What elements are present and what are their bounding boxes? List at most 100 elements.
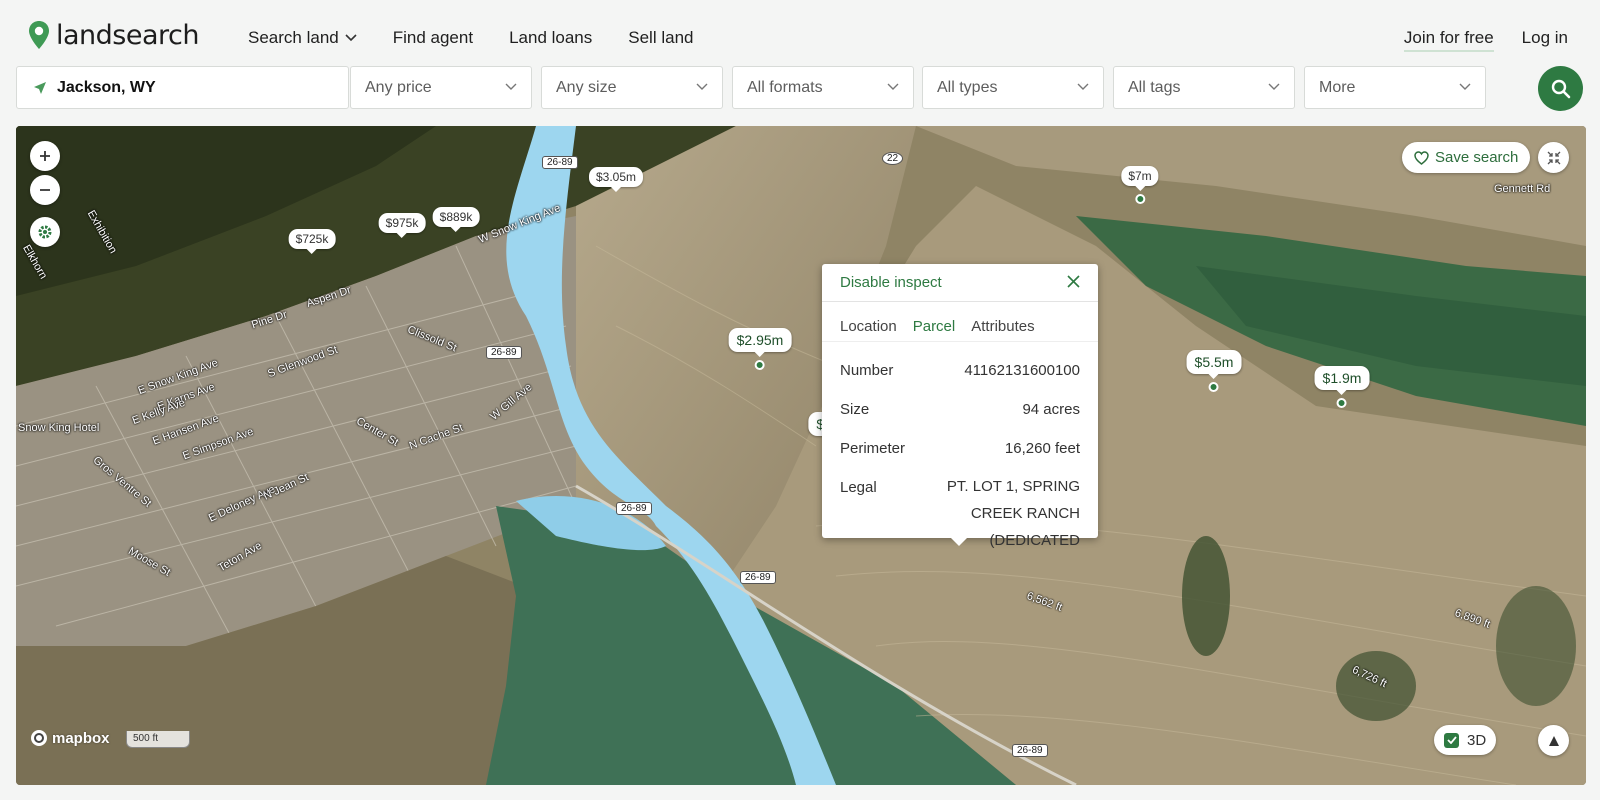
disable-inspect-link[interactable]: Disable inspect	[840, 274, 942, 291]
search-button[interactable]	[1538, 66, 1583, 111]
nav-find-agent[interactable]: Find agent	[393, 28, 473, 48]
detail-value: 94 acres	[1022, 401, 1080, 418]
detail-row-number: Number 41162131600100	[840, 354, 1080, 393]
brand-name: landsearch	[56, 19, 200, 51]
more-select[interactable]: More	[1304, 66, 1486, 109]
price-select-value: Any price	[365, 78, 432, 96]
detail-key: Size	[840, 401, 870, 418]
location-value: Jackson, WY	[57, 78, 156, 96]
poi-label: Snow King Hotel	[18, 422, 100, 434]
formats-select[interactable]: All formats	[732, 66, 914, 109]
heart-icon	[1414, 150, 1429, 165]
pin-price: $2.95m	[728, 328, 792, 352]
nav-search-land[interactable]: Search land	[248, 28, 357, 48]
checkbox-checked-icon	[1444, 732, 1459, 748]
login-link[interactable]: Log in	[1522, 28, 1568, 52]
top-bar: landsearch Search land Find agent Land l…	[0, 0, 1600, 64]
3d-toggle[interactable]: 3D	[1434, 725, 1497, 755]
detail-row-perimeter: Perimeter 16,260 feet	[840, 432, 1080, 471]
pin-price: $7m	[1121, 166, 1159, 186]
tab-location[interactable]: Location	[840, 318, 897, 335]
satellite-terrain	[16, 126, 1586, 785]
route-shield: 26-89	[542, 156, 578, 169]
detail-value: 41162131600100	[964, 362, 1080, 379]
listing-pin[interactable]: $3.05m	[588, 167, 644, 192]
gear-icon	[38, 225, 52, 239]
location-arrow-icon	[34, 81, 46, 94]
chevron-down-icon	[1268, 83, 1280, 90]
mapbox-attribution[interactable]: mapbox	[30, 729, 110, 747]
popup-header: Disable inspect	[822, 264, 1098, 302]
main-nav: Search land Find agent Land loans Sell l…	[248, 28, 693, 48]
zoom-in-button[interactable]	[30, 141, 60, 171]
types-select[interactable]: All types	[922, 66, 1104, 109]
save-search-button[interactable]: Save search	[1402, 142, 1531, 173]
tags-select[interactable]: All tags	[1113, 66, 1295, 109]
chevron-down-icon	[1459, 83, 1471, 90]
compass-icon	[1548, 735, 1559, 746]
map-pin-logo-icon	[29, 21, 49, 49]
mapbox-logo-icon	[31, 730, 47, 746]
nav-sell-land-label: Sell land	[628, 28, 694, 47]
3d-label: 3D	[1467, 731, 1487, 749]
listing-pin[interactable]: $2.95m	[728, 328, 792, 370]
size-select[interactable]: Any size	[541, 66, 723, 109]
location-input[interactable]: Jackson, WY	[16, 66, 349, 109]
logo[interactable]: landsearch	[28, 18, 200, 52]
route-shield: 26-89	[1012, 744, 1048, 757]
nav-land-loans-label: Land loans	[509, 28, 593, 47]
map-scale: 500 ft	[126, 731, 190, 748]
parcel-inspect-popup: Disable inspect Location Parcel Attribut…	[822, 264, 1098, 549]
chevron-down-icon	[1077, 83, 1089, 90]
listing-pin[interactable]: $725k	[288, 229, 336, 254]
listing-pin[interactable]: $1.9m	[1314, 366, 1370, 408]
route-shield: 26-89	[740, 571, 776, 584]
nav-land-loans[interactable]: Land loans	[509, 28, 592, 48]
chevron-down-icon	[696, 83, 708, 90]
price-select[interactable]: Any price	[350, 66, 532, 109]
close-icon[interactable]	[1067, 272, 1080, 293]
parcel-details: Number 41162131600100 Size 94 acres Peri…	[822, 342, 1098, 554]
zoom-out-button[interactable]	[30, 175, 60, 205]
pin-price: $5.5m	[1186, 350, 1242, 374]
detail-row-legal: Legal PT. LOT 1, SPRING CREEK RANCH (DED…	[840, 471, 1080, 554]
chevron-down-icon	[505, 83, 517, 90]
pin-price: $1.9m	[1314, 366, 1370, 390]
tags-select-value: All tags	[1128, 78, 1181, 96]
map-settings-button[interactable]	[30, 217, 60, 247]
account-links: Join for free Log in	[1403, 28, 1568, 52]
listing-pin[interactable]: $7m	[1121, 166, 1159, 204]
more-select-value: More	[1319, 78, 1356, 96]
join-button[interactable]: Join for free	[1403, 28, 1494, 52]
nav-find-agent-label: Find agent	[392, 28, 474, 47]
route-shield: 22	[882, 152, 904, 165]
collapse-icon	[1547, 151, 1560, 164]
detail-key: Legal	[840, 479, 877, 496]
detail-row-size: Size 94 acres	[840, 393, 1080, 432]
listing-pin[interactable]: $5.5m	[1186, 350, 1242, 392]
detail-value: PT. LOT 1, SPRING CREEK RANCH (DEDICATED	[946, 478, 1080, 549]
save-search-label: Save search	[1435, 149, 1519, 166]
map-view[interactable]: W Snow King Ave E Snow King Ave E Karns …	[16, 126, 1586, 785]
route-shield: 26-89	[486, 346, 522, 359]
pin-price: $975k	[378, 213, 426, 233]
formats-select-value: All formats	[747, 78, 823, 96]
listing-pin[interactable]: $975k	[378, 213, 426, 238]
detail-key: Perimeter	[840, 440, 906, 457]
mapbox-label: mapbox	[52, 729, 110, 747]
size-select-value: Any size	[556, 78, 617, 96]
tab-attributes[interactable]: Attributes	[971, 318, 1034, 335]
detail-key: Number	[840, 362, 894, 379]
street-label: Gennett Rd	[1494, 183, 1551, 195]
filter-bar: Jackson, WY Any price Any size All forma…	[16, 66, 1586, 111]
tab-parcel[interactable]: Parcel	[913, 318, 956, 335]
nav-search-land-label: Search land	[248, 28, 339, 47]
compass-button[interactable]	[1538, 725, 1569, 756]
minus-icon	[40, 189, 50, 191]
route-shield: 26-89	[616, 502, 652, 515]
listing-pin[interactable]: $889k	[432, 207, 480, 232]
nav-sell-land[interactable]: Sell land	[628, 28, 693, 48]
exit-fullscreen-button[interactable]	[1538, 142, 1569, 173]
pin-price: $3.05m	[588, 167, 644, 187]
detail-value: 16,260 feet	[1004, 440, 1080, 457]
